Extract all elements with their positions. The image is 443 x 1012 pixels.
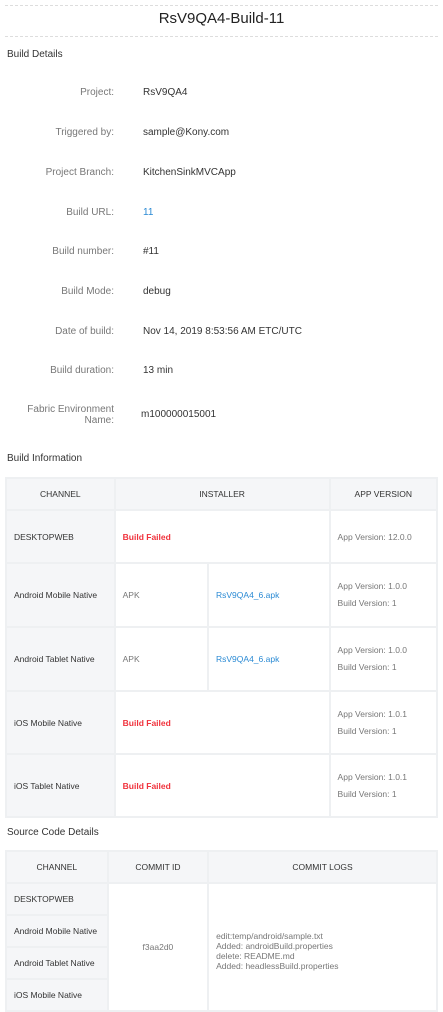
detail-value: Nov 14, 2019 8:53:56 AM ETC/UTC — [143, 326, 302, 337]
detail-row-build-number: Build number: #11 — [0, 246, 443, 266]
detail-label: Triggered by: — [55, 127, 114, 138]
page-title: RsV9QA4-Build-11 — [158, 10, 285, 27]
build-version: Build Version: 1 — [337, 725, 397, 736]
table-row: iOS Mobile Native Build Failed App Versi… — [5, 690, 439, 755]
detail-row-branch: Project Branch: KitchenSinkMVCApp — [0, 167, 443, 187]
detail-value: m100000015001 — [141, 409, 217, 420]
detail-value: 13 min — [143, 365, 174, 376]
table-row: iOS Tablet Native Build Failed App Versi… — [5, 753, 439, 818]
build-status: Build Failed — [113, 753, 331, 818]
detail-row-build-url: Build URL: 11 — [0, 207, 443, 227]
app-version: App Version: 12.0.0 — [328, 509, 439, 564]
version-cell: App Version: 1.0.1 Build Version: 1 — [328, 690, 439, 755]
commit-log-line: edit:temp/android/sample.txt — [216, 931, 323, 941]
column-header-channel: CHANNEL — [5, 850, 109, 884]
divider — [5, 36, 438, 37]
build-status: Build Failed — [113, 509, 331, 564]
column-header-installer: INSTALLER — [113, 477, 331, 511]
build-information-table: CHANNEL INSTALLER APP VERSION DESKTOPWEB… — [5, 477, 439, 818]
channel-cell: iOS Tablet Native — [5, 753, 116, 818]
detail-row-triggered-by: Triggered by: sample@Kony.com — [0, 127, 443, 147]
build-details-heading: Build Details — [7, 49, 63, 60]
divider — [5, 5, 438, 6]
build-version: Build Version: 1 — [337, 598, 397, 608]
detail-label: Build number: — [52, 246, 114, 257]
detail-row-build-mode: Build Mode: debug — [0, 286, 443, 306]
detail-value: #11 — [143, 246, 159, 257]
channel-cell: Android Mobile Native — [5, 914, 109, 948]
commit-logs: edit:temp/android/sample.txt Added: andr… — [207, 882, 438, 1012]
app-version: App Version: 1.0.0 — [337, 645, 408, 655]
detail-label: Fabric Environment Name: — [27, 404, 114, 426]
installer-type: APK — [113, 562, 210, 628]
table-header-row: CHANNEL COMMIT ID COMMIT LOGS — [5, 850, 438, 884]
version-cell: App Version: 1.0.1 Build Version: 1 — [328, 753, 439, 818]
detail-row-project: Project: RsV9QA4 — [0, 87, 443, 107]
commit-log-line: Added: androidBuild.properties — [216, 941, 333, 951]
detail-row-duration: Build duration: 13 min — [0, 365, 443, 385]
channel-cell: Android Tablet Native — [5, 626, 116, 692]
detail-label: Project Branch: — [45, 167, 114, 178]
detail-value: RsV9QA4 — [143, 87, 188, 98]
detail-row-fabric-env: Fabric Environment Name: m100000015001 — [0, 404, 443, 426]
build-information-heading: Build Information — [7, 453, 83, 464]
build-status: Build Failed — [113, 690, 331, 755]
channel-cell: Android Tablet Native — [5, 946, 109, 980]
table-row: DESKTOPWEB f3aa2d0 edit:temp/android/sam… — [5, 882, 438, 1012]
installer-download-link[interactable]: RsV9QA4_6.apk — [216, 654, 279, 664]
detail-value: sample@Kony.com — [143, 127, 230, 138]
build-url-link[interactable]: 11 — [143, 207, 153, 218]
commit-log-line: Added: headlessBuild.properties — [216, 961, 339, 971]
commit-id: f3aa2d0 — [106, 882, 210, 1012]
detail-value: KitchenSinkMVCApp — [143, 167, 236, 178]
app-version: App Version: 1.0.0 — [337, 581, 408, 591]
source-code-table: CHANNEL COMMIT ID COMMIT LOGS DESKTOPWEB… — [5, 850, 438, 1012]
app-version: App Version: 1.0.1 — [337, 771, 408, 782]
channel-cell: DESKTOPWEB — [5, 882, 109, 916]
table-row: DESKTOPWEB Build Failed App Version: 12.… — [5, 509, 439, 564]
channel-cell: iOS Mobile Native — [5, 978, 109, 1012]
detail-label: Date of build: — [55, 326, 114, 337]
detail-value: debug — [143, 286, 171, 297]
table-header-row: CHANNEL INSTALLER APP VERSION — [5, 477, 439, 511]
detail-row-date: Date of build: Nov 14, 2019 8:53:56 AM ET… — [0, 326, 443, 346]
column-header-commit-id: COMMIT ID — [106, 850, 210, 884]
version-cell: App Version: 1.0.0 Build Version: 1 — [328, 626, 439, 692]
column-header-app-version: APP VERSION — [328, 477, 439, 511]
version-cell: App Version: 1.0.0 Build Version: 1 — [328, 562, 439, 628]
detail-label: Build duration: — [50, 365, 114, 376]
app-version: App Version: 1.0.1 — [337, 708, 408, 719]
installer-download-link[interactable]: RsV9QA4_6.apk — [216, 590, 279, 600]
source-code-heading: Source Code Details — [7, 827, 99, 838]
column-header-commit-logs: COMMIT LOGS — [207, 850, 438, 884]
detail-label: Project: — [80, 87, 114, 98]
column-header-channel: CHANNEL — [5, 477, 116, 511]
table-row: Android Mobile Native APK RsV9QA4_6.apk … — [5, 562, 439, 628]
table-row: Android Tablet Native APK RsV9QA4_6.apk … — [5, 626, 439, 692]
channel-cell: iOS Mobile Native — [5, 690, 116, 755]
installer-type: APK — [113, 626, 210, 692]
channel-cell: DESKTOPWEB — [5, 509, 116, 564]
detail-label: Build URL: — [66, 207, 114, 218]
build-version: Build Version: 1 — [337, 788, 397, 799]
detail-label: Build Mode: — [61, 286, 114, 297]
build-version: Build Version: 1 — [337, 662, 397, 672]
channel-cell: Android Mobile Native — [5, 562, 116, 628]
commit-log-line: delete: README.md — [216, 951, 295, 961]
